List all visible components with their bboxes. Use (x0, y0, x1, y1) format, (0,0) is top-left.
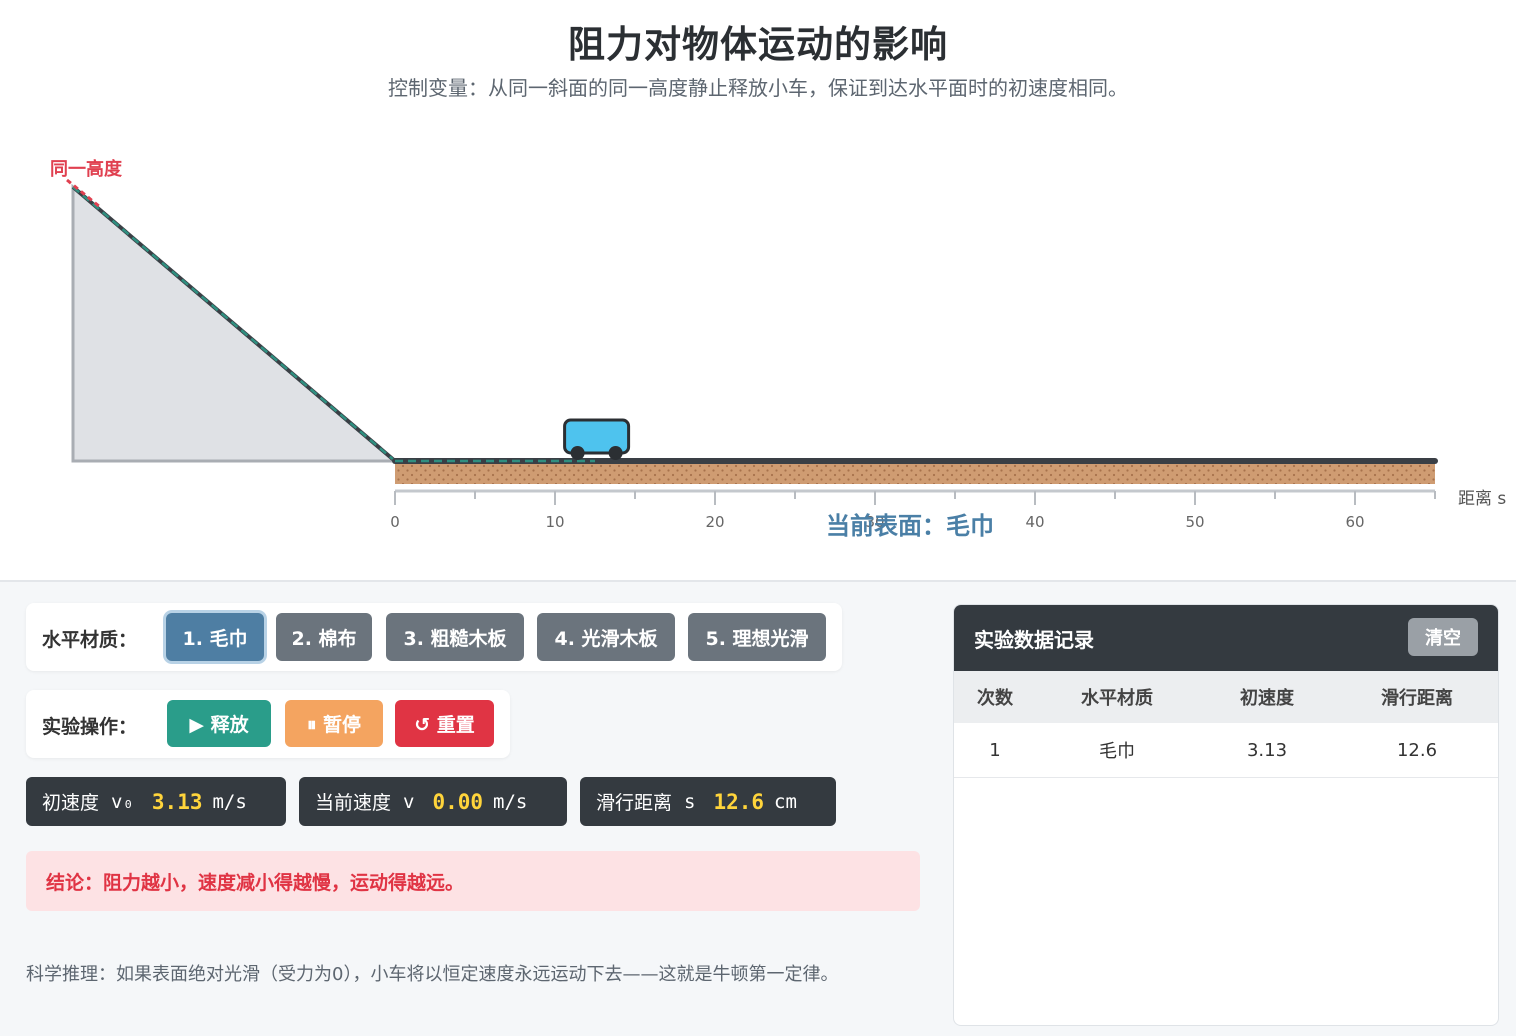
cart[interactable] (563, 418, 631, 460)
current-speed-unit: m/s (493, 790, 528, 813)
current-speed-readout: 当前速度 v 0.00 m/s (299, 777, 567, 826)
cell-material: 毛巾 (1099, 741, 1135, 762)
data-record-card: 实验数据记录 清空 次数 水平材质 初速度 滑行距离 1 毛巾 3.13 12.… (953, 604, 1499, 1026)
initial-speed-unit: m/s (212, 790, 247, 813)
current-speed-symbol: v (403, 790, 415, 813)
distance-unit: cm (774, 790, 797, 813)
release-button[interactable]: ▶ 释放 (167, 700, 271, 747)
column-header-trial: 次数 (977, 688, 1013, 709)
table-row: 1 毛巾 3.13 12.6 (954, 723, 1498, 778)
cell-initial-speed: 3.13 (1246, 739, 1288, 761)
material-button-cotton[interactable]: 2. 棉布 (276, 613, 372, 661)
axis-tick-label: 0 (390, 513, 400, 531)
axis-tick-label: 40 (1025, 513, 1044, 531)
cart-wheel-left (570, 446, 585, 460)
initial-speed-readout: 初速度 v₀ 3.13 m/s (26, 777, 286, 826)
conclusion-banner: 结论：阻力越小，速度减小得越慢，运动得越远。 (26, 851, 920, 911)
simulation-stage: 阻力对物体运动的影响 控制变量：从同一斜面的同一高度静止释放小车，保证到达水平面… (0, 0, 1516, 582)
operation-label: 实验操作： (42, 716, 138, 738)
data-record-header: 实验数据记录 清空 (954, 605, 1498, 671)
current-speed-label: 当前速度 (315, 792, 392, 814)
distance-label: 滑行距离 (596, 792, 673, 814)
initial-speed-label: 初速度 (42, 792, 100, 814)
column-header-material: 水平材质 (1081, 688, 1153, 709)
height-label: 同一高度 (50, 159, 122, 180)
clear-records-button[interactable]: 清空 (1408, 618, 1478, 656)
column-header-initial-speed: 初速度 (1240, 688, 1294, 709)
table-header: 次数 水平材质 初速度 滑行距离 (954, 671, 1498, 723)
material-button-towel[interactable]: 1. 毛巾 (166, 613, 264, 661)
distance-value: 12.6 (713, 789, 765, 814)
pause-button[interactable]: ⏸ 暂停 (285, 700, 383, 747)
cell-trial: 1 (989, 739, 1001, 761)
axis-tick-label: 60 (1345, 513, 1364, 531)
app-root: 阻力对物体运动的影响 控制变量：从同一斜面的同一高度静止释放小车，保证到达水平面… (0, 0, 1516, 1036)
material-button-rough-wood[interactable]: 3. 粗糙木板 (386, 613, 524, 661)
scene-canvas: 0 10 20 30 40 50 60 (66, 178, 1438, 531)
operation-panel: 实验操作： ▶ 释放 ⏸ 暂停 ↺ 重置 (26, 690, 510, 758)
column-header-distance: 滑行距离 (1381, 688, 1453, 709)
surface-material (395, 462, 1435, 484)
initial-speed-value: 3.13 (151, 789, 203, 814)
axis-unit-label: 距离 s (1458, 489, 1507, 509)
cart-wheel-right (608, 446, 623, 460)
material-panel: 水平材质： 1. 毛巾 2. 棉布 3. 粗糙木板 4. 光滑木板 5. 理想光… (26, 603, 842, 671)
reasoning-text: 科学推理：如果表面绝对光滑（受力为0），小车将以恒定速度永远运动下去——这就是牛… (26, 964, 839, 985)
axis-tick-label: 50 (1185, 513, 1204, 531)
current-speed-value: 0.00 (432, 789, 484, 814)
cell-distance: 12.6 (1396, 739, 1438, 761)
distance-readout: 滑行距离 s 12.6 cm (580, 777, 836, 826)
distance-symbol: s (684, 790, 696, 813)
material-label: 水平材质： (42, 629, 138, 651)
initial-speed-symbol: v₀ (111, 790, 134, 813)
current-surface-label: 当前表面：毛巾 (826, 512, 994, 540)
data-record-title: 实验数据记录 (974, 628, 1094, 652)
reset-button[interactable]: ↺ 重置 (395, 700, 494, 747)
axis-tick-label: 20 (705, 513, 724, 531)
axis-tick-label: 10 (545, 513, 564, 531)
material-button-smooth-wood[interactable]: 4. 光滑木板 (537, 613, 675, 661)
material-button-ideal-smooth[interactable]: 5. 理想光滑 (688, 613, 826, 661)
